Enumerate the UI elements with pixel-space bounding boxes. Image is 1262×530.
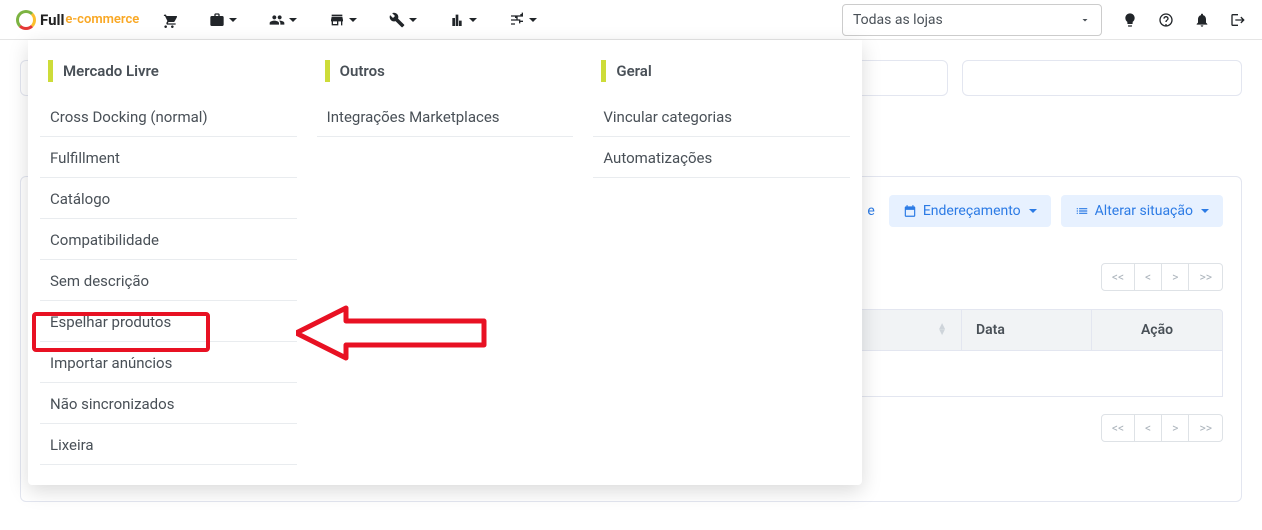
logo[interactable]: Full e-commerce	[16, 10, 139, 30]
nav-briefcase-dropdown[interactable]	[209, 12, 237, 28]
nav-settings-dropdown[interactable]	[509, 12, 537, 28]
chevron-down-icon	[229, 18, 237, 22]
bell-icon-button[interactable]	[1194, 12, 1210, 28]
navbar-right: Todas as lojas	[842, 4, 1246, 36]
navbar: Full e-commerce	[0, 0, 1262, 40]
menu-item-nao-sincronizados[interactable]: Não sincronizados	[40, 383, 297, 424]
th-data-label: Data	[976, 322, 1005, 338]
menu-title-geral: Geral	[616, 62, 651, 80]
menu-item-vincular-categorias[interactable]: Vincular categorias	[593, 96, 850, 137]
nav-users-dropdown[interactable]	[269, 12, 297, 28]
enderecamento-button[interactable]: Endereçamento	[889, 195, 1051, 227]
alterar-label: Alterar situação	[1095, 203, 1193, 219]
nav-cart-dropdown[interactable]	[161, 12, 177, 28]
logout-icon-button[interactable]	[1230, 12, 1246, 28]
menu-item-cross-docking[interactable]: Cross Docking (normal)	[40, 96, 297, 137]
store-icon	[329, 12, 345, 28]
lightbulb-icon-button[interactable]	[1122, 12, 1138, 28]
logo-ring-icon	[16, 10, 36, 30]
chevron-down-icon	[469, 18, 477, 22]
list-icon	[1075, 204, 1089, 218]
sliders-icon	[509, 12, 525, 28]
menu-item-catalogo[interactable]: Catálogo	[40, 178, 297, 219]
pager-first-button[interactable]: <<	[1101, 414, 1135, 442]
menu-col-mercadolivre: Mercado Livre Cross Docking (normal) Ful…	[32, 60, 305, 465]
chevron-down-icon	[409, 18, 417, 22]
store-select-label: Todas as lojas	[853, 12, 943, 28]
menu-item-integracoes-marketplaces[interactable]: Integrações Marketplaces	[317, 96, 574, 137]
help-icon-button[interactable]	[1158, 12, 1174, 28]
menu-title-outros: Outros	[340, 62, 385, 80]
chevron-down-icon	[1029, 209, 1037, 213]
th-acao: Ação	[1092, 310, 1222, 350]
store-select[interactable]: Todas as lojas	[842, 4, 1102, 36]
menu-title-mercadolivre: Mercado Livre	[63, 62, 159, 80]
accent-bar-icon	[601, 60, 606, 82]
accent-bar-icon	[325, 60, 330, 82]
menu-item-fulfillment[interactable]: Fulfillment	[40, 137, 297, 178]
pager-next-button[interactable]: >	[1162, 263, 1189, 291]
menu-item-sem-descricao[interactable]: Sem descrição	[40, 260, 297, 301]
action-button-fragment[interactable]: e	[863, 195, 878, 227]
chevron-down-icon	[1201, 209, 1209, 213]
chevron-down-icon	[1079, 14, 1091, 26]
pager-bottom: << < > >>	[1101, 414, 1223, 442]
th-acao-label: Ação	[1141, 322, 1173, 338]
menu-item-automatizacoes[interactable]: Automatizações	[593, 137, 850, 178]
top-card-right	[962, 60, 1242, 96]
menu-item-compatibilidade[interactable]: Compatibilidade	[40, 219, 297, 260]
menu-header-geral: Geral	[593, 60, 850, 82]
menu-item-lixeira[interactable]: Lixeira	[40, 424, 297, 465]
chevron-down-icon	[349, 18, 357, 22]
briefcase-icon	[209, 12, 225, 28]
sort-icon: ▲▼	[937, 324, 947, 336]
calendar-icon	[903, 204, 917, 218]
pager-last-button[interactable]: >>	[1189, 263, 1223, 291]
menu-col-outros: Outros Integrações Marketplaces	[309, 60, 582, 465]
bar-chart-icon	[449, 12, 465, 28]
pager-first-button[interactable]: <<	[1101, 263, 1135, 291]
cart-icon	[161, 12, 177, 28]
nav-tools-dropdown[interactable]	[389, 12, 417, 28]
tools-icon	[389, 12, 405, 28]
pager-last-button[interactable]: >>	[1189, 414, 1223, 442]
nav-store-dropdown[interactable]	[329, 12, 357, 28]
users-icon	[269, 12, 285, 28]
chevron-down-icon	[529, 18, 537, 22]
logo-text-ecom: e-commerce	[65, 12, 139, 27]
chevron-down-icon	[289, 18, 297, 22]
menu-item-espelhar-produtos[interactable]: Espelhar produtos	[40, 301, 297, 342]
menu-col-geral: Geral Vincular categorias Automatizações	[585, 60, 858, 465]
menu-item-importar-anuncios[interactable]: Importar anúncios	[40, 342, 297, 383]
alterar-situacao-button[interactable]: Alterar situação	[1061, 195, 1223, 227]
menu-header-mercadolivre: Mercado Livre	[40, 60, 297, 82]
pager-prev-button[interactable]: <	[1135, 263, 1162, 291]
th-data[interactable]: Data	[962, 310, 1092, 350]
nav-icons-group	[161, 12, 537, 28]
mega-menu: Mercado Livre Cross Docking (normal) Ful…	[28, 40, 862, 485]
pager-next-button[interactable]: >	[1162, 414, 1189, 442]
nav-reports-dropdown[interactable]	[449, 12, 477, 28]
pager-prev-button[interactable]: <	[1135, 414, 1162, 442]
enderecamento-label: Endereçamento	[923, 203, 1021, 219]
menu-header-outros: Outros	[317, 60, 574, 82]
logo-text-full: Full	[40, 11, 64, 29]
accent-bar-icon	[48, 60, 53, 82]
